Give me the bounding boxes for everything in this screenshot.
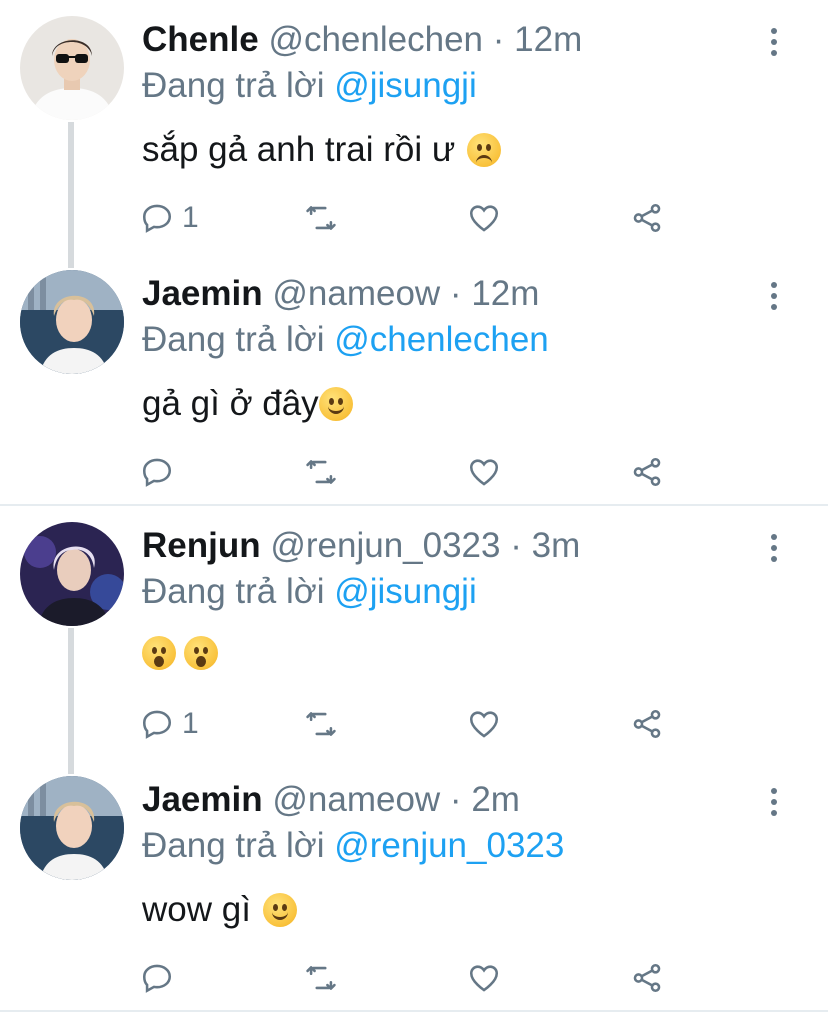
replying-to-label: Đang trả lời xyxy=(142,826,325,865)
avatar[interactable] xyxy=(20,270,124,374)
avatar[interactable] xyxy=(20,522,124,626)
timestamp[interactable]: 12m xyxy=(471,274,539,313)
user-handle[interactable]: @nameow xyxy=(272,274,440,313)
mention-link[interactable]: @renjun_0323 xyxy=(334,826,564,865)
share-button[interactable] xyxy=(630,198,664,238)
more-options-icon[interactable] xyxy=(764,282,784,312)
hushed-face-emoji xyxy=(184,636,218,670)
tweet-header: Jaemin @nameow · 2m xyxy=(142,780,520,820)
retweet-button[interactable] xyxy=(304,704,338,744)
tweet-actions: 1 xyxy=(140,198,680,238)
replying-to-label: Đang trả lời xyxy=(142,66,325,105)
tweet-text: wow gì xyxy=(142,890,297,930)
like-button[interactable] xyxy=(467,452,501,492)
share-icon xyxy=(633,203,661,233)
user-handle[interactable]: @renjun_0323 xyxy=(270,526,500,565)
user-handle[interactable]: @nameow xyxy=(272,780,440,819)
disappointed-face-emoji xyxy=(467,133,502,167)
separator-dot: · xyxy=(492,20,505,59)
separator-dot: · xyxy=(449,274,462,313)
retweet-button[interactable] xyxy=(304,958,338,998)
more-options-icon[interactable] xyxy=(764,788,784,818)
retweet-button[interactable] xyxy=(304,198,338,238)
like-button[interactable] xyxy=(467,198,501,238)
retweet-icon xyxy=(306,966,336,990)
replying-to: Đang trả lời @chenlechen xyxy=(142,320,549,360)
tweet-text-content: gả gì ở đây xyxy=(142,384,319,423)
display-name[interactable]: Chenle xyxy=(142,20,259,59)
thread-line xyxy=(68,122,74,268)
slightly-smiling-face-emoji xyxy=(262,893,297,927)
reply-count: 1 xyxy=(182,201,199,234)
retweet-icon xyxy=(306,712,336,736)
slightly-smiling-face-emoji xyxy=(318,387,353,421)
reply-count: 1 xyxy=(182,707,199,740)
share-button[interactable] xyxy=(630,452,664,492)
timestamp[interactable]: 12m xyxy=(514,20,582,59)
avatar[interactable] xyxy=(20,16,124,120)
reply-icon xyxy=(142,964,172,993)
tweet-text xyxy=(142,636,218,670)
reply-button[interactable] xyxy=(140,958,182,998)
timestamp[interactable]: 3m xyxy=(532,526,581,565)
replying-to: Đang trả lời @jisungji xyxy=(142,572,477,612)
separator-dot: · xyxy=(510,526,522,565)
like-button[interactable] xyxy=(467,958,501,998)
tweet-header: Chenle @chenlechen · 12m xyxy=(142,20,582,60)
share-button[interactable] xyxy=(630,958,664,998)
replying-to: Đang trả lời @renjun_0323 xyxy=(142,826,564,866)
heart-icon xyxy=(469,965,499,992)
tweet-text: gả gì ở đây xyxy=(142,384,353,424)
retweet-icon xyxy=(306,206,336,230)
mention-link[interactable]: @jisungji xyxy=(334,66,477,105)
share-button[interactable] xyxy=(630,704,664,744)
replying-to: Đang trả lời @jisungji xyxy=(142,66,477,106)
share-icon xyxy=(633,963,661,993)
display-name[interactable]: Renjun xyxy=(142,526,261,565)
tweet-actions xyxy=(140,452,680,492)
display-name[interactable]: Jaemin xyxy=(142,274,263,313)
reply-button[interactable]: 1 xyxy=(140,198,199,238)
share-icon xyxy=(633,457,661,487)
like-button[interactable] xyxy=(467,704,501,744)
replying-to-label: Đang trả lời xyxy=(142,572,325,611)
tweet-header: Jaemin @nameow · 12m xyxy=(142,274,539,314)
heart-icon xyxy=(469,205,499,232)
tweet-text-content: sắp gả anh trai rồi ư xyxy=(142,130,456,169)
reply-icon xyxy=(142,710,172,739)
display-name[interactable]: Jaemin xyxy=(142,780,263,819)
timestamp[interactable]: 2m xyxy=(471,780,520,819)
more-options-icon[interactable] xyxy=(764,534,784,564)
mention-link[interactable]: @chenlechen xyxy=(334,320,549,359)
reply-button[interactable] xyxy=(140,452,182,492)
tweet-header: Renjun @renjun_0323 · 3m xyxy=(142,526,580,566)
divider xyxy=(0,504,828,506)
reply-button[interactable]: 1 xyxy=(140,704,199,744)
hushed-face-emoji xyxy=(142,636,176,670)
reply-icon xyxy=(142,204,172,233)
heart-icon xyxy=(469,711,499,738)
thread-line xyxy=(68,628,74,774)
tweet-text: sắp gả anh trai rồi ư xyxy=(142,130,502,170)
more-options-icon[interactable] xyxy=(764,28,784,58)
mention-link[interactable]: @jisungji xyxy=(334,572,477,611)
divider xyxy=(0,1010,828,1012)
tweet-actions xyxy=(140,958,680,998)
share-icon xyxy=(633,709,661,739)
replying-to-label: Đang trả lời xyxy=(142,320,325,359)
user-handle[interactable]: @chenlechen xyxy=(268,20,483,59)
heart-icon xyxy=(469,459,499,486)
retweet-button[interactable] xyxy=(304,452,338,492)
retweet-icon xyxy=(306,460,336,484)
reply-icon xyxy=(142,458,172,487)
tweet-text-content: wow gì xyxy=(142,890,251,929)
avatar[interactable] xyxy=(20,776,124,880)
separator-dot: · xyxy=(449,780,462,819)
tweet-actions: 1 xyxy=(140,704,680,744)
